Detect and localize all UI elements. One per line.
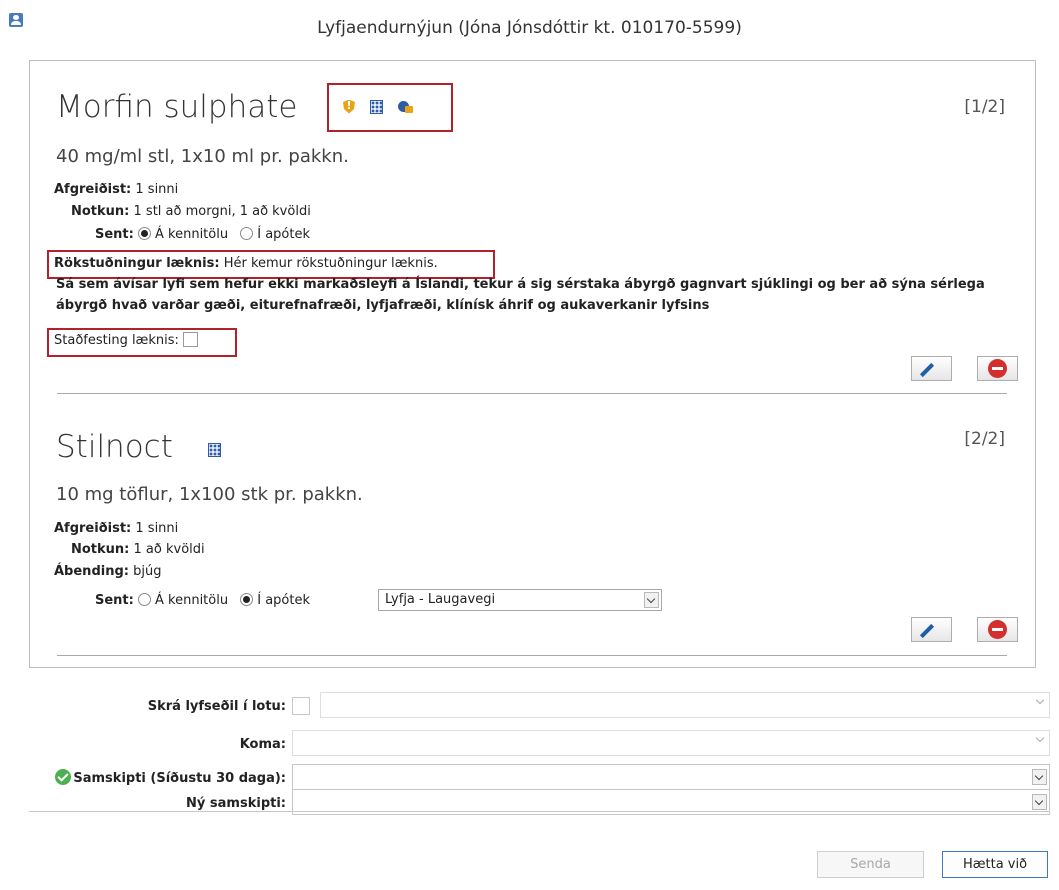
remove-icon — [988, 620, 1007, 639]
rokstudningur-row: Rökstuðningur læknis: Hér kemur rökstuðn… — [54, 256, 438, 271]
sent-label: Sent: — [95, 227, 134, 242]
notkun-row: Notkun: 1 að kvöldi — [71, 542, 205, 557]
abending-value: bjúg — [133, 564, 162, 579]
pharmacy-select[interactable]: Lyfja - Laugavegi — [378, 589, 662, 611]
item-count: [1/2] — [964, 97, 1005, 117]
lota-checkbox[interactable] — [292, 697, 310, 715]
chevron-down-icon[interactable] — [644, 592, 659, 608]
chevron-down-icon — [1035, 695, 1045, 705]
sent-option-kennitala[interactable]: Á kennitölu — [138, 593, 228, 608]
pencil-icon — [919, 623, 935, 639]
drug-strength: 40 mg/ml stl, 1x10 ml pr. pakkn. — [56, 146, 349, 167]
afgreidist-row: Afgreiðist: 1 sinni — [54, 521, 178, 536]
remove-icon — [988, 359, 1007, 378]
notkun-label: Notkun: — [71, 542, 130, 557]
drug-icons — [343, 96, 414, 115]
chevron-down-icon[interactable] — [1032, 794, 1047, 810]
footer-divider — [29, 811, 1050, 812]
radio-apotek[interactable] — [240, 593, 254, 606]
cancel-button[interactable]: Hætta við — [942, 851, 1048, 878]
notkun-value: 1 að kvöldi — [133, 542, 205, 557]
koma-label: Koma: — [239, 737, 286, 752]
rokstudningur-label: Rökstuðningur læknis: — [54, 256, 220, 271]
chevron-down-icon[interactable] — [1032, 769, 1047, 785]
abending-label: Ábending: — [54, 564, 129, 579]
window-title: Lyfjaendurnýjun (Jóna Jónsdóttir kt. 010… — [317, 18, 742, 38]
notkun-label: Notkun: — [71, 204, 130, 219]
rokstudningur-value: Hér kemur rökstuðningur læknis. — [223, 256, 438, 271]
notkun-value: 1 stl að morgni, 1 að kvöldi — [133, 204, 311, 219]
sent-option-apotek[interactable]: Í apótek — [240, 593, 310, 608]
sent-option-apotek[interactable]: Í apótek — [240, 227, 310, 242]
chevron-down-icon — [1035, 733, 1045, 743]
abending-row: Ábending: bjúg — [54, 564, 161, 579]
afgreidist-value: 1 sinni — [135, 521, 179, 536]
pill-grid-icon — [208, 442, 221, 457]
radio-kennitala[interactable] — [138, 227, 151, 240]
item-divider — [57, 655, 1007, 656]
sent-row: Sent: Á kennitölu Í apótek — [95, 227, 318, 242]
drug-name: Morfin sulphate — [56, 89, 298, 125]
item-count: [2/2] — [964, 429, 1005, 449]
notkun-row: Notkun: 1 stl að morgni, 1 að kvöldi — [71, 204, 311, 219]
lock-icon — [398, 99, 414, 114]
edit-button[interactable] — [911, 356, 952, 381]
send-button[interactable]: Senda — [817, 851, 924, 878]
pill-grid-icon — [370, 99, 384, 114]
drug-icons — [208, 439, 221, 458]
sent-option-kennitala[interactable]: Á kennitölu — [138, 227, 228, 242]
afgreidist-row: Afgreiðist: 1 sinni — [54, 182, 178, 197]
remove-button[interactable] — [977, 617, 1018, 642]
drug-name: Stilnoct — [56, 429, 173, 465]
afgreidist-value: 1 sinni — [135, 182, 179, 197]
radio-apotek[interactable] — [240, 227, 254, 240]
afgreidist-label: Afgreiðist: — [54, 521, 132, 536]
koma-select[interactable] — [292, 730, 1050, 756]
ny-samskipti-label: Ný samskipti: — [186, 796, 286, 811]
drug-strength: 10 mg töflur, 1x100 stk pr. pakkn. — [56, 484, 363, 505]
lota-label: Skrá lyfseðil í lotu: — [147, 699, 286, 714]
item-divider — [57, 393, 1007, 394]
edit-button[interactable] — [911, 617, 952, 642]
stadfesting-label: Staðfesting læknis: — [54, 333, 179, 348]
afgreidist-label: Afgreiðist: — [54, 182, 132, 197]
pencil-icon — [919, 362, 935, 378]
pharmacy-value: Lyfja - Laugavegi — [385, 592, 496, 607]
radio-kennitala[interactable] — [138, 593, 151, 606]
prescription-panel: Morfin sulphate [1/2] 40 mg/ml stl, 1x10… — [29, 60, 1036, 668]
samskipti-label: Samskipti (Síðustu 30 daga): — [55, 769, 286, 786]
title-bar: Lyfjaendurnýjun (Jóna Jónsdóttir kt. 010… — [0, 0, 1059, 40]
check-circle-icon — [55, 769, 72, 785]
lota-select[interactable] — [320, 692, 1050, 718]
samskipti-select[interactable] — [292, 764, 1050, 790]
remove-button[interactable] — [977, 356, 1018, 381]
sent-label: Sent: — [95, 593, 134, 608]
warning-text: Sá sem ávísar lyfi sem hefur ekki markað… — [56, 277, 985, 313]
sent-row: Sent: Á kennitölu Í apótek — [95, 593, 318, 608]
stadfesting-checkbox[interactable] — [183, 332, 198, 347]
shield-warning-icon — [343, 99, 355, 114]
stadfesting-row: Staðfesting læknis: — [54, 332, 198, 348]
